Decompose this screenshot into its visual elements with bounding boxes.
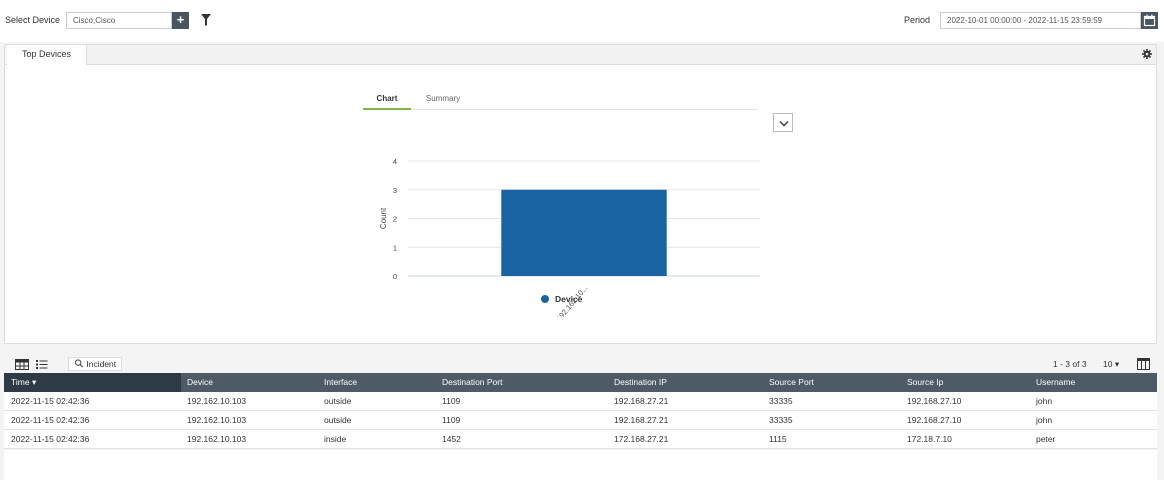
column-header-time-label: Time: [11, 377, 30, 387]
top-devices-chart: 01234Count192.162.10...: [379, 157, 760, 317]
cell-interface: outside: [324, 396, 352, 406]
table-header: Time ▾ Device Interface Destination Port…: [4, 373, 1157, 392]
column-header-username[interactable]: Username: [1036, 373, 1075, 392]
cell-interface: outside: [324, 415, 352, 425]
cell-device: 192.162.10.103: [187, 415, 247, 425]
incident-table: Time ▾ Device Interface Destination Port…: [4, 373, 1157, 449]
incident-button[interactable]: Incident: [68, 357, 122, 371]
column-header-destination-port[interactable]: Destination Port: [442, 373, 502, 392]
y-tick-label: 3: [393, 186, 397, 195]
calendar-icon: [1143, 14, 1156, 27]
y-tick-label: 1: [393, 243, 397, 252]
bar-0: [501, 189, 667, 276]
chart-tab-strip: Chart Summary: [363, 91, 758, 110]
device-input[interactable]: Cisco,Cisco: [66, 12, 172, 29]
panel-tab-bar: Top Devices: [5, 45, 1156, 65]
top-devices-panel: Top Devices Chart Summary 0 1 2 3 4 Count 192.…: [4, 44, 1157, 344]
column-chooser-icon[interactable]: [1137, 358, 1150, 370]
column-header-destination-ip[interactable]: Destination IP: [614, 373, 667, 392]
select-device-label: Select Device: [5, 15, 61, 25]
column-header-device[interactable]: Device: [187, 373, 213, 392]
sort-desc-icon: ▾: [31, 377, 37, 387]
period-input[interactable]: 2022-10-01 00:00:00 - 2022-11-15 23:59:5…: [940, 12, 1141, 29]
cell-device: 192.162.10.103: [187, 396, 247, 406]
cell-source-ip: 192.168.27.10: [907, 396, 962, 406]
page-size-select[interactable]: 10 ▾: [1103, 359, 1119, 370]
cell-username: john: [1036, 415, 1053, 425]
table-row[interactable]: 2022-11-15 02:42:36 192.162.10.103 outsi…: [4, 411, 1157, 430]
cell-username: peter: [1036, 434, 1056, 444]
filter-icon[interactable]: [201, 14, 211, 26]
plus-icon: +: [176, 12, 185, 27]
period-label: Period: [904, 15, 931, 25]
cell-source-ip: 192.168.27.10: [907, 415, 962, 425]
cell-time: 2022-11-15 02:42:36: [11, 415, 90, 425]
gear-icon[interactable]: [1142, 49, 1152, 59]
cell-destination-port: 1452: [442, 434, 461, 444]
legend-swatch-device: [541, 295, 549, 303]
y-tick-label: 2: [393, 215, 397, 224]
y-axis-label: Count: [379, 207, 388, 229]
cell-username: john: [1036, 396, 1053, 406]
column-header-interface[interactable]: Interface: [324, 373, 357, 392]
y-tick-label: 0: [393, 272, 397, 281]
tab-summary[interactable]: Summary: [421, 93, 465, 110]
cell-destination-ip: 192.168.27.21: [614, 415, 669, 425]
tab-chart[interactable]: Chart: [363, 93, 411, 110]
grid-view-icon[interactable]: [15, 359, 29, 370]
column-header-source-port[interactable]: Source Port: [769, 373, 814, 392]
cell-source-port: 33335: [769, 396, 793, 406]
table-empty-area: [4, 450, 1157, 480]
search-icon: [74, 359, 84, 368]
cell-destination-ip: 172.168.27.21: [614, 434, 669, 444]
cell-destination-port: 1109: [442, 415, 461, 425]
calendar-button[interactable]: [1141, 12, 1158, 29]
column-header-source-ip[interactable]: Source Ip: [907, 373, 943, 392]
dropdown-arrow-icon: ▾: [1114, 359, 1120, 369]
grid-toolbar: Incident 1 - 3 of 3 10 ▾: [4, 355, 1157, 373]
y-tick-label: 4: [393, 157, 397, 166]
tab-top-devices[interactable]: Top Devices: [7, 45, 87, 65]
cell-source-ip: 172.18.7.10: [907, 434, 952, 444]
cell-time: 2022-11-15 02:42:36: [11, 396, 90, 406]
cell-destination-port: 1109: [442, 396, 461, 406]
cell-destination-ip: 192.168.27.21: [614, 396, 669, 406]
top-toolbar: Select Device Cisco,Cisco + Period 2022-…: [0, 0, 1164, 42]
incident-label: Incident: [86, 359, 117, 369]
cell-source-port: 1115: [769, 434, 787, 444]
table-row[interactable]: 2022-11-15 02:42:36 192.162.10.103 insid…: [4, 430, 1157, 449]
cell-time: 2022-11-15 02:42:36: [11, 434, 90, 444]
legend-label-device[interactable]: Device: [555, 294, 582, 304]
table-row[interactable]: 2022-11-15 02:42:36 192.162.10.103 outsi…: [4, 392, 1157, 411]
pager-info: 1 - 3 of 3: [1053, 359, 1087, 369]
cell-interface: inside: [324, 434, 347, 444]
cell-source-port: 33335: [769, 415, 793, 425]
add-device-button[interactable]: +: [172, 12, 189, 29]
page-size-value: 10: [1103, 359, 1113, 369]
list-view-icon[interactable]: [35, 359, 49, 370]
column-header-time[interactable]: Time ▾: [4, 373, 181, 392]
cell-device: 192.162.10.103: [187, 434, 247, 444]
